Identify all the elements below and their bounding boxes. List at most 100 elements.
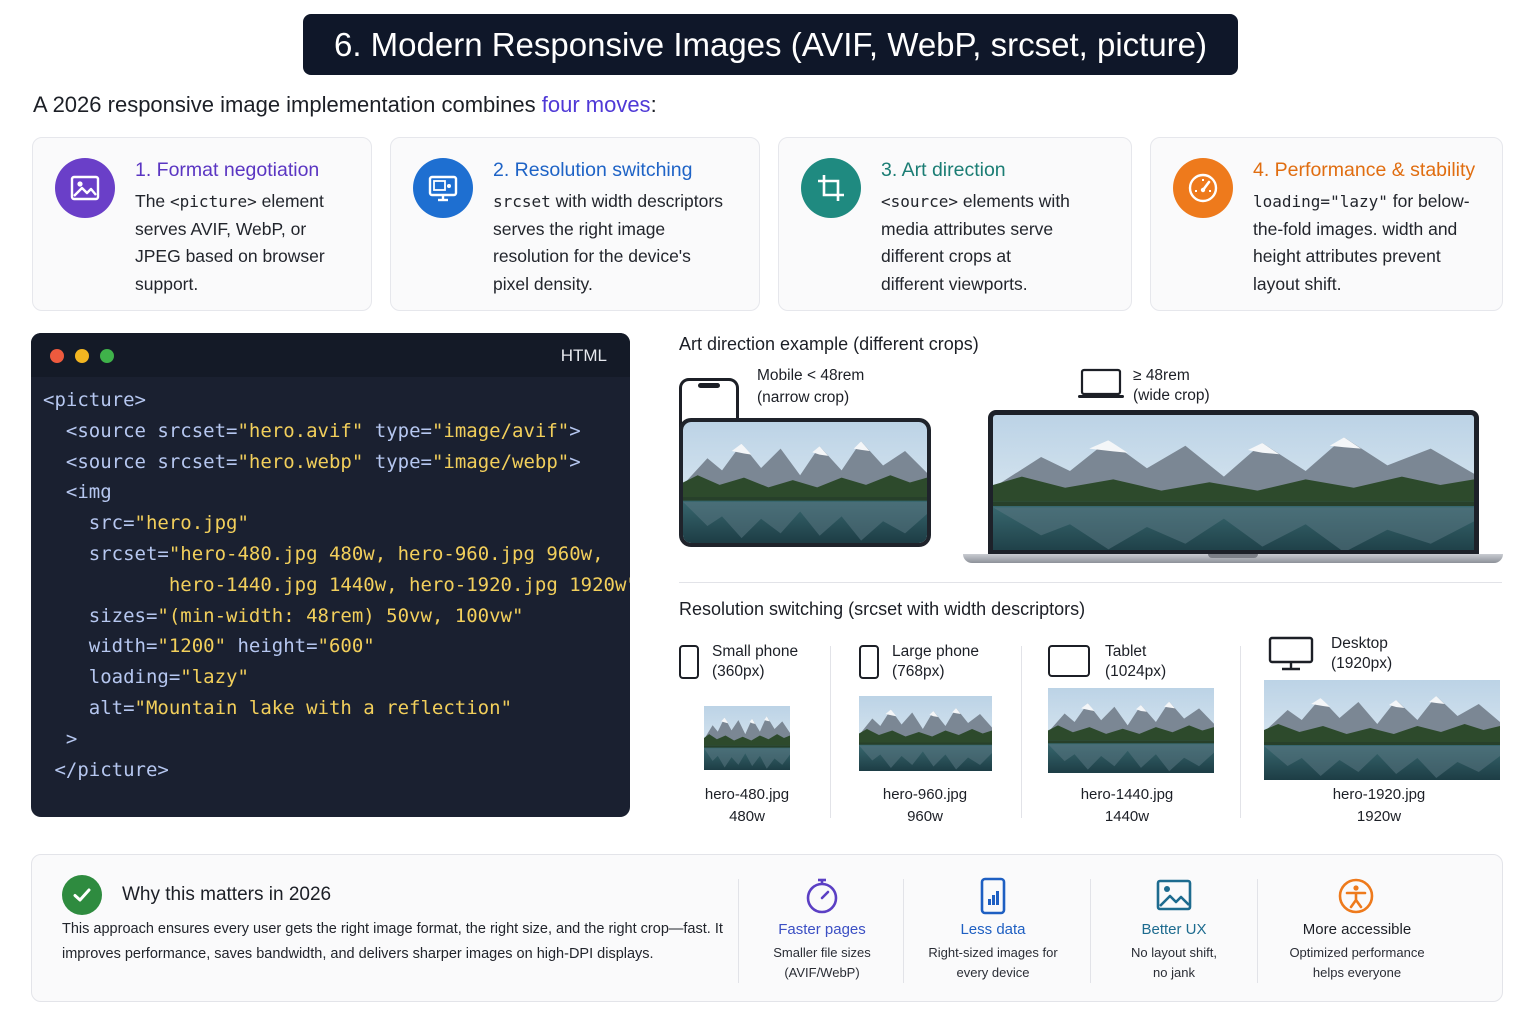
- code-token: </picture>: [43, 758, 169, 781]
- code-line: sizes="(min-width: 48rem) 50vw, 100vw": [43, 601, 630, 632]
- code-token: <img: [43, 481, 112, 504]
- code-token: <picture>: [43, 389, 146, 411]
- code-line: width="1200" height="600": [43, 631, 630, 662]
- hero-1440-image: [1048, 688, 1214, 773]
- art-direction-title: Art direction example (different crops): [679, 334, 979, 354]
- gauge-icon: [1173, 158, 1233, 218]
- intro-highlight: four moves: [541, 92, 651, 117]
- code-token: loading=: [43, 666, 181, 689]
- device-size: (1920px): [1331, 655, 1393, 672]
- text-segment: element: [256, 191, 324, 211]
- device-name: Small phone: [712, 643, 799, 660]
- code-token: sizes=: [43, 604, 158, 627]
- hero-1920-image: [1264, 680, 1500, 780]
- device-size: (768px): [892, 663, 945, 680]
- code-line: src="hero.jpg": [43, 508, 630, 539]
- code-token: type=: [363, 419, 432, 442]
- card-body-line: JPEG based on browser: [135, 243, 325, 271]
- inline-code: <picture>: [170, 192, 257, 211]
- wide-sub-label: (wide crop): [1133, 387, 1210, 404]
- code-line: >: [43, 724, 630, 755]
- mobile-sub-label: (narrow crop): [757, 389, 850, 406]
- benefit-line: every device: [956, 965, 1030, 980]
- code-token: <source: [43, 419, 158, 442]
- code-window-header: HTML: [31, 333, 630, 377]
- text-segment: elements with: [958, 191, 1070, 211]
- text-segment: different viewports.: [881, 273, 1028, 294]
- code-token: type=: [363, 450, 432, 473]
- why-panel: Why this matters in 2026 This approach e…: [31, 854, 1503, 1002]
- text-segment: serves the right image: [493, 218, 666, 239]
- column-divider: [1021, 646, 1022, 818]
- code-token: "(min-width: 48rem) 50vw, 100vw": [157, 604, 524, 627]
- card-body: loading="lazy" for below-the-fold images…: [1253, 188, 1470, 298]
- tablet-icon: [1048, 645, 1090, 677]
- card-body: <source> elements with media attributes s…: [881, 188, 1070, 298]
- benefit-title: Faster pages: [778, 921, 866, 938]
- code-token: >: [569, 450, 581, 473]
- card-body-line: resolution for the device's: [493, 243, 723, 271]
- code-token: srcset=: [157, 450, 238, 473]
- phone-chart-icon: [980, 877, 1006, 920]
- benefit-title: Better UX: [1141, 921, 1207, 938]
- card-title: 1. Format negotiation: [135, 159, 320, 181]
- text-segment: layout shift.: [1253, 273, 1342, 294]
- card-body-line: pixel density.: [493, 271, 723, 299]
- file-name: hero-1440.jpg: [1080, 786, 1174, 803]
- device-name: Large phone: [892, 643, 980, 660]
- card-resolution-switching: 2. Resolution switching srcset with widt…: [390, 137, 760, 311]
- code-line: srcset="hero-480.jpg 480w, hero-960.jpg …: [43, 539, 630, 570]
- mobile-crop-image: [679, 418, 931, 547]
- laptop-hinge: [1208, 554, 1258, 558]
- benefit-line: Right-sized images for: [928, 945, 1058, 960]
- inline-code: loading="lazy": [1253, 192, 1388, 211]
- code-token: "Mountain lake with a reflection": [134, 696, 513, 719]
- image-icon: [1156, 879, 1192, 916]
- text-segment: JPEG based on browser: [135, 246, 325, 266]
- why-body: This approach ensures every user gets th…: [62, 921, 723, 962]
- hero-480-image: [704, 706, 790, 770]
- file-name: hero-480.jpg: [704, 786, 790, 803]
- card-body-line: the-fold images. width and: [1253, 216, 1470, 244]
- image-icon: [55, 158, 115, 218]
- page-title: 6. Modern Responsive Images (AVIF, WebP,…: [303, 14, 1238, 75]
- hero-960-image: [859, 696, 992, 771]
- monitor-icon: [413, 158, 473, 218]
- text-segment: media attributes serve: [881, 218, 1054, 239]
- benefit-line: no jank: [1153, 965, 1195, 980]
- code-line: <source srcset="hero.avif" type="image/a…: [43, 416, 630, 447]
- code-token: height=: [226, 635, 318, 658]
- card-body-line: <source> elements with: [881, 188, 1070, 216]
- card-body-line: loading="lazy" for below-: [1253, 188, 1470, 216]
- text-segment: pixel density.: [493, 273, 593, 294]
- text-segment: resolution for the device's: [493, 246, 691, 266]
- card-body-line: media attributes serve: [881, 216, 1070, 244]
- file-name: hero-960.jpg: [882, 786, 968, 803]
- card-art-direction: 3. Art direction <source> elements with m…: [778, 137, 1132, 311]
- intro-after: :: [650, 92, 657, 117]
- accessibility-icon: [1337, 877, 1375, 920]
- code-token: "hero.jpg": [134, 512, 249, 535]
- maximize-dot: [100, 349, 114, 363]
- benefit-line: (AVIF/WebP): [784, 965, 860, 980]
- resolution-switching-title: Resolution switching (srcset with width …: [679, 599, 1086, 619]
- device-name: Tablet: [1105, 643, 1147, 660]
- card-body-line: srcset with width descriptors: [493, 188, 723, 216]
- code-token: srcset=: [157, 419, 238, 442]
- card-body-line: height attributes prevent: [1253, 243, 1470, 271]
- benefit-title: More accessible: [1302, 921, 1412, 938]
- code-token: src=: [43, 512, 135, 535]
- file-name: hero-1920.jpg: [1332, 786, 1426, 803]
- card-body-line: layout shift.: [1253, 271, 1470, 299]
- benefit-line: Optimized performance: [1289, 945, 1425, 960]
- benefit-line: No layout shift,: [1131, 945, 1217, 960]
- device-size: (1024px): [1105, 663, 1167, 680]
- phone-icon: [679, 645, 699, 679]
- card-title: 2. Resolution switching: [493, 159, 693, 181]
- stopwatch-icon: [804, 877, 840, 920]
- code-token: "lazy": [180, 666, 249, 689]
- text-segment: The: [135, 191, 171, 211]
- card-body-line: serves AVIF, WebP, or: [135, 216, 325, 244]
- code-token: "image/webp": [431, 450, 570, 473]
- card-body: The <picture> element serves AVIF, WebP, …: [135, 188, 325, 298]
